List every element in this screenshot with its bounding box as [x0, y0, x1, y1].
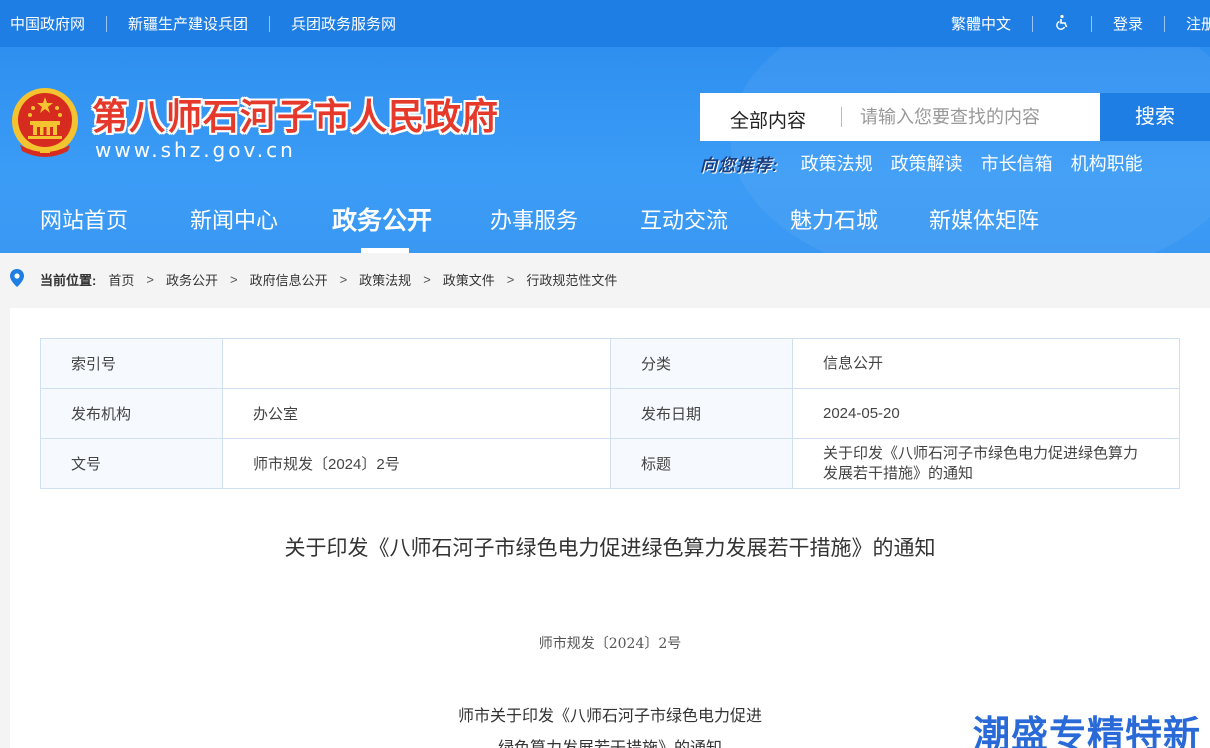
top-links-right: 繁體中文 登录 注册: [951, 13, 1210, 34]
divider: [1090, 15, 1092, 32]
table-row: 索引号 分类 信息公开: [40, 338, 1180, 389]
meta-value: 2024-05-20: [792, 388, 1180, 439]
meta-value: [222, 338, 611, 389]
breadcrumb-item[interactable]: 首页: [108, 270, 134, 289]
recommend-link-mayor-mailbox[interactable]: 市长信箱: [981, 150, 1053, 176]
chevron-right-icon: >: [506, 272, 515, 287]
document-metadata-table: 索引号 分类 信息公开 发布机构 办公室 发布日期 2024-05-20 文号 …: [40, 338, 1180, 489]
traditional-chinese-link[interactable]: 繁體中文: [951, 13, 1011, 34]
link-china-gov[interactable]: 中国政府网: [10, 13, 85, 34]
breadcrumb-item[interactable]: 行政规范性文件: [526, 270, 617, 289]
breadcrumb-item[interactable]: 政府信息公开: [250, 270, 328, 289]
main-nav: 网站首页 新闻中心 政务公开 办事服务 互动交流 魅力石城 新媒体矩阵: [0, 197, 1210, 253]
link-bingtuan-service[interactable]: 兵团政务服务网: [291, 13, 396, 34]
location-pin-icon: [10, 269, 24, 287]
recommend-link-functions[interactable]: 机构职能: [1071, 150, 1143, 176]
chevron-right-icon: >: [229, 272, 238, 287]
chevron-right-icon: >: [146, 272, 154, 287]
document-number: 师市规发〔2024〕2号: [538, 636, 682, 652]
national-emblem-icon: [12, 88, 78, 157]
nav-new-media[interactable]: 新媒体矩阵: [929, 203, 1039, 235]
search-box: 全部内容 搜索: [700, 93, 1210, 141]
breadcrumb: 当前位置: 首页 > 政务公开 > 政府信息公开 > 政策法规 > 政策文件 >…: [0, 253, 1210, 303]
link-xinjiang-bingtuan[interactable]: 新疆生产建设兵团: [128, 13, 248, 34]
top-links-left: 中国政府网 新疆生产建设兵团 兵团政务服务网: [10, 13, 396, 34]
meta-value: 信息公开: [792, 338, 1180, 389]
accessibility-icon[interactable]: [1054, 14, 1070, 34]
search-input[interactable]: [860, 101, 1090, 133]
nav-interaction[interactable]: 互动交流: [640, 203, 728, 235]
breadcrumb-row: 当前位置: 首页 > 政务公开 > 政府信息公开 > 政策法规 > 政策文件 >…: [40, 270, 617, 289]
meta-key: 分类: [610, 338, 793, 389]
table-row: 发布机构 办公室 发布日期 2024-05-20: [40, 388, 1180, 439]
search-divider: [841, 107, 842, 127]
meta-key: 文号: [40, 438, 223, 489]
chevron-right-icon: >: [423, 272, 431, 287]
search-scope-select[interactable]: 全部内容: [730, 106, 806, 133]
recommend-bar: 向您推荐: 政策法规 政策解读 市长信箱 机构职能: [700, 150, 1161, 176]
top-utility-bar: 中国政府网 新疆生产建设兵团 兵团政务服务网 繁體中文 登录 注册: [0, 0, 1210, 47]
site-url: www.shz.gov.cn: [95, 138, 296, 162]
document-title: 关于印发《八师石河子市绿色电力促进绿色算力发展若干措施》的通知: [284, 537, 936, 560]
meta-key: 发布机构: [40, 388, 223, 439]
search-button[interactable]: 搜索: [1100, 93, 1210, 141]
meta-value: 办公室: [222, 388, 611, 439]
nav-services[interactable]: 办事服务: [490, 203, 578, 235]
breadcrumb-item[interactable]: 政务公开: [166, 270, 218, 289]
nav-news[interactable]: 新闻中心: [190, 203, 278, 235]
divider: [269, 15, 271, 32]
recommend-label: 向您推荐:: [700, 155, 779, 175]
nav-charm-city[interactable]: 魅力石城: [790, 203, 878, 235]
article-content: 索引号 分类 信息公开 发布机构 办公室 发布日期 2024-05-20 文号 …: [10, 308, 1210, 748]
nav-home[interactable]: 网站首页: [40, 203, 128, 235]
site-title: 第八师石河子市人民政府: [92, 96, 500, 138]
breadcrumb-label: 当前位置:: [40, 273, 97, 288]
meta-value: 师市规发〔2024〕2号: [222, 438, 611, 489]
recommend-link-interpretation[interactable]: 政策解读: [891, 150, 963, 176]
register-link[interactable]: 注册: [1186, 13, 1210, 34]
recommend-link-policy[interactable]: 政策法规: [801, 150, 873, 176]
meta-value: 关于印发《八师石河子市绿色电力促进绿色算力发展若干措施》的通知: [792, 438, 1180, 489]
meta-key: 发布日期: [610, 388, 793, 439]
login-link[interactable]: 登录: [1113, 13, 1143, 34]
divider: [106, 15, 108, 32]
watermark-text: 潮盛专精特新: [973, 714, 1201, 748]
table-row: 文号 师市规发〔2024〕2号 标题 关于印发《八师石河子市绿色电力促进绿色算力…: [40, 438, 1180, 489]
divider: [1163, 15, 1165, 32]
divider: [1031, 15, 1033, 32]
meta-key: 索引号: [40, 338, 223, 389]
nav-gov-affairs[interactable]: 政务公开: [332, 201, 432, 237]
chevron-right-icon: >: [339, 272, 348, 287]
meta-key: 标题: [610, 438, 793, 489]
breadcrumb-item[interactable]: 政策文件: [443, 270, 495, 289]
breadcrumb-item[interactable]: 政策法规: [359, 270, 411, 289]
site-header: 第八师石河子市人民政府 www.shz.gov.cn 全部内容 搜索 向您推荐:…: [0, 47, 1210, 253]
